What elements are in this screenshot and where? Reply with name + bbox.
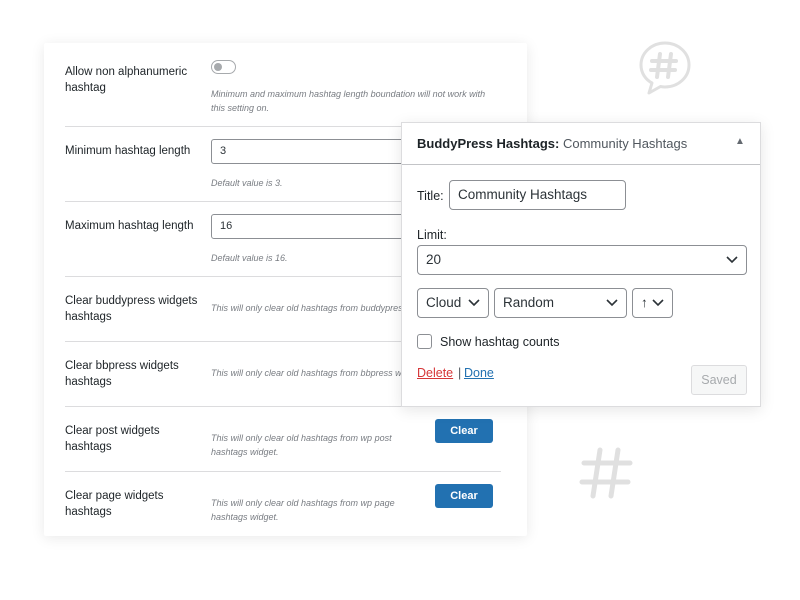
setting-description: Default value is 3.	[211, 178, 283, 188]
title-label: Title:	[417, 189, 444, 203]
chevron-down-icon	[606, 299, 618, 307]
link-separator: |	[458, 366, 462, 380]
setting-description: This will only clear old hashtags from w…	[211, 498, 395, 522]
toggle-knob	[214, 63, 222, 71]
setting-row-clear-post: Clear post widgets hashtags This will on…	[65, 407, 501, 472]
chevron-down-icon	[726, 256, 738, 264]
chevron-down-icon	[652, 299, 664, 307]
setting-description: Default value is 16.	[211, 253, 288, 263]
limit-value: 20	[426, 252, 442, 267]
show-counts-checkbox[interactable]	[417, 334, 432, 349]
limit-select[interactable]: 20	[417, 245, 747, 275]
order-value: Random	[503, 295, 555, 310]
setting-label: Clear bbpress widgets hashtags	[65, 360, 179, 388]
display-type-select[interactable]: Cloud	[417, 288, 489, 318]
chevron-down-icon	[468, 299, 480, 307]
setting-label: Clear post widgets hashtags	[65, 425, 160, 453]
setting-label: Maximum hashtag length	[65, 220, 194, 232]
setting-label: Allow non alphanumeric hashtag	[65, 66, 188, 94]
non-alphanumeric-toggle[interactable]	[211, 60, 236, 74]
widget-title-input[interactable]: Community Hashtags	[449, 180, 626, 210]
limit-label: Limit:	[417, 228, 447, 242]
delete-link[interactable]: Delete	[417, 366, 453, 380]
collapse-arrow-icon[interactable]: ▲	[735, 136, 745, 147]
setting-label: Minimum hashtag length	[65, 145, 191, 157]
clear-page-hashtags-button[interactable]: Clear	[435, 484, 493, 508]
screen: Allow non alphanumeric hashtag Minimum a…	[0, 0, 800, 600]
saved-button[interactable]: Saved	[691, 365, 747, 395]
hashtag-icon	[579, 447, 633, 499]
setting-label: Clear page widgets hashtags	[65, 490, 164, 518]
hashtag-chat-bubble-icon	[639, 41, 691, 95]
widget-title-prefix: BuddyPress Hashtags:	[417, 136, 560, 151]
widget-title: BuddyPress Hashtags: Community Hashtags	[417, 136, 687, 151]
sort-direction-select[interactable]: ↑	[632, 288, 673, 318]
community-hashtags-widget: BuddyPress Hashtags: Community Hashtags …	[401, 122, 761, 407]
setting-description: Minimum and maximum hashtag length bound…	[211, 89, 486, 113]
done-link[interactable]: Done	[464, 366, 494, 380]
order-select[interactable]: Random	[494, 288, 627, 318]
widget-title-name: Community Hashtags	[562, 136, 688, 151]
setting-row-non-alphanumeric: Allow non alphanumeric hashtag Minimum a…	[65, 60, 501, 127]
clear-post-hashtags-button[interactable]: Clear	[435, 419, 493, 443]
setting-label: Clear buddypress widgets hashtags	[65, 295, 198, 323]
show-counts-label: Show hashtag counts	[440, 335, 560, 349]
widget-header[interactable]: BuddyPress Hashtags: Community Hashtags …	[402, 123, 760, 165]
setting-description: This will only clear old hashtags from w…	[211, 433, 392, 457]
display-type-value: Cloud	[426, 295, 462, 310]
sort-direction-value: ↑	[641, 295, 648, 310]
setting-row-clear-page: Clear page widgets hashtags This will on…	[65, 472, 501, 537]
